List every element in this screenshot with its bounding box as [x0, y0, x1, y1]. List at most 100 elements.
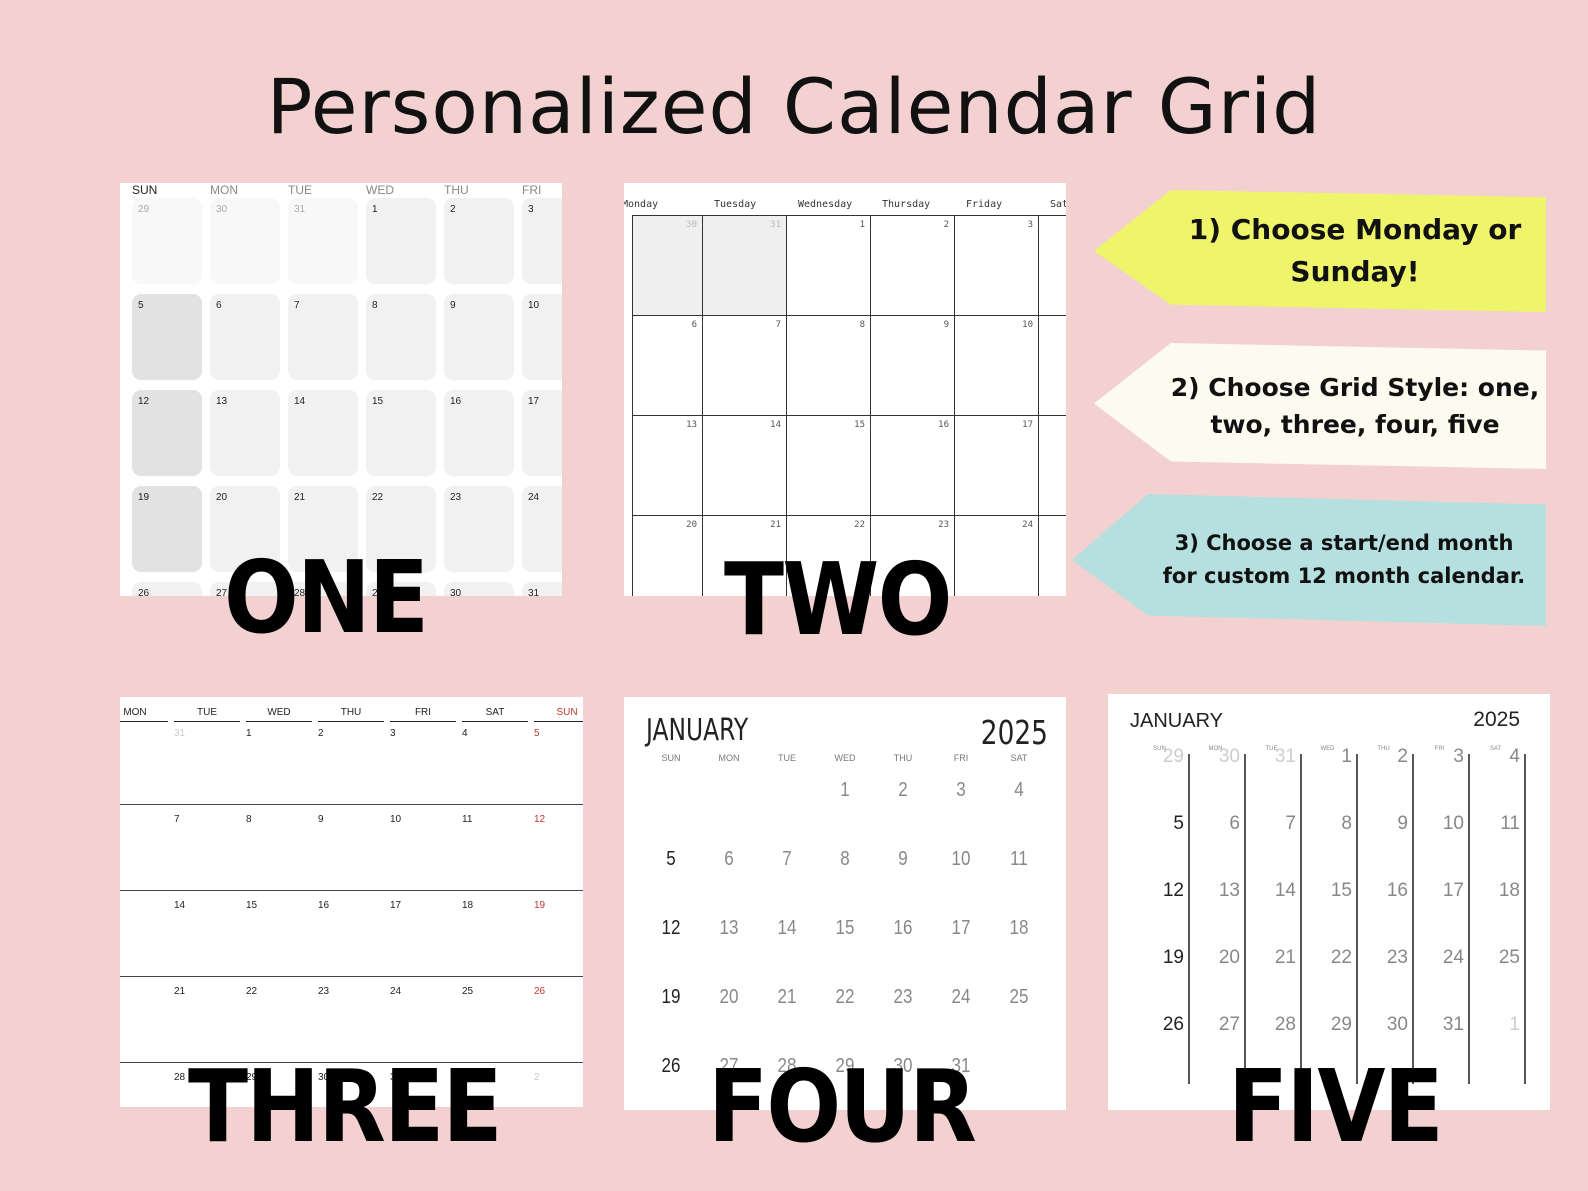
- day-number: 3: [390, 728, 396, 739]
- day-number: 15: [246, 900, 258, 911]
- day-number: 22: [835, 986, 855, 1008]
- day-number: 15: [1330, 880, 1352, 901]
- day-cell: 12: [132, 390, 202, 476]
- day-number: 9: [1397, 813, 1408, 834]
- day-number: 24: [1442, 947, 1464, 968]
- weekday-header: TUE: [778, 753, 796, 763]
- row-divider: [120, 890, 583, 891]
- day-number: 1: [1509, 1014, 1520, 1035]
- day-number: 8: [1341, 813, 1352, 834]
- day-number: 7: [1285, 813, 1296, 834]
- day-number: 16: [318, 900, 330, 911]
- day-number: 24: [528, 492, 540, 503]
- day-number: 30: [216, 204, 228, 215]
- weekday-header: MON: [718, 753, 740, 763]
- day-number: 31: [1274, 746, 1296, 767]
- day-cell: 9: [870, 315, 954, 415]
- day-cell: [1038, 315, 1066, 415]
- day-number: 8: [372, 300, 378, 311]
- day-cell: 7: [288, 294, 358, 380]
- day-number: 22: [1330, 947, 1352, 968]
- day-number: 18: [1498, 880, 1520, 901]
- day-number: 27: [1218, 1014, 1240, 1035]
- step-three-line1: 3) Choose a start/end month: [1174, 531, 1514, 556]
- day-number: 14: [174, 900, 186, 911]
- day-number: 9: [450, 300, 456, 311]
- day-number: 15: [854, 420, 865, 430]
- day-number: 11: [1500, 813, 1520, 834]
- day-cell: 5: [132, 294, 202, 380]
- day-number: 24: [390, 986, 402, 997]
- weekday-header: Tuesday: [714, 199, 757, 210]
- day-number: 23: [1386, 947, 1408, 968]
- day-number: 7: [782, 848, 792, 870]
- day-number: 8: [840, 848, 850, 870]
- day-number: 11: [1010, 848, 1028, 870]
- day-cell: 10: [954, 315, 1038, 415]
- row-divider: [120, 804, 583, 805]
- day-number: 18: [1009, 917, 1029, 939]
- day-number: 23: [318, 986, 330, 997]
- day-number: 13: [216, 396, 228, 407]
- column-divider: [1524, 754, 1526, 1084]
- day-cell: 9: [444, 294, 514, 380]
- day-number: 4: [462, 728, 468, 739]
- day-number: 4: [1014, 779, 1024, 801]
- day-number: 23: [938, 520, 949, 530]
- weekday-header: TUE: [174, 707, 240, 722]
- day-number: 14: [770, 420, 781, 430]
- day-number: 25: [462, 986, 474, 997]
- day-cell: 29: [132, 198, 202, 284]
- day-number: 17: [1022, 420, 1033, 430]
- weekday-header: SUN: [661, 753, 681, 763]
- day-cell: 13: [632, 415, 702, 515]
- weekday-header: THU: [318, 707, 384, 722]
- day-cell: 16: [870, 415, 954, 515]
- day-number: 10: [1442, 813, 1464, 834]
- day-number: 26: [1162, 1014, 1184, 1035]
- day-number: 9: [318, 814, 324, 825]
- day-number: 29: [1162, 746, 1184, 767]
- day-number: 1: [1341, 746, 1352, 767]
- day-cell: 31: [288, 198, 358, 284]
- step-two-line2: two, three, four, five: [1210, 410, 1500, 439]
- weekday-header: FRI: [390, 707, 456, 722]
- day-number: 7: [174, 814, 180, 825]
- day-number: 6: [691, 320, 697, 330]
- label-four: FOUR: [708, 1048, 977, 1165]
- day-number: 24: [1022, 520, 1033, 530]
- day-number: 31: [770, 220, 781, 230]
- day-cell: 20: [632, 515, 702, 596]
- day-cell: 14: [702, 415, 786, 515]
- day-number: 12: [1162, 880, 1184, 901]
- day-number: 22: [372, 492, 384, 503]
- day-number: 26: [138, 588, 150, 596]
- day-cell: [1038, 515, 1066, 596]
- day-number: 17: [1442, 880, 1464, 901]
- day-number: 12: [661, 917, 681, 939]
- day-number: 15: [835, 917, 855, 939]
- day-number: 13: [686, 420, 697, 430]
- day-number: 19: [534, 900, 546, 911]
- day-number: 30: [1218, 746, 1240, 767]
- weekday-header: SAT: [1010, 753, 1028, 763]
- day-number: 26: [661, 1055, 681, 1077]
- day-number: 23: [893, 986, 913, 1008]
- day-cell: 7: [702, 315, 786, 415]
- day-cell: 2: [870, 215, 954, 315]
- day-number: 2: [898, 779, 908, 801]
- day-number: 10: [951, 848, 971, 870]
- day-number: 21: [1274, 947, 1296, 968]
- day-number: 5: [534, 728, 540, 739]
- day-number: 30: [1386, 1014, 1408, 1035]
- day-number: 17: [390, 900, 402, 911]
- day-number: 23: [450, 492, 462, 503]
- day-cell: 1: [786, 215, 870, 315]
- day-cell: 1: [366, 198, 436, 284]
- day-number: 5: [1173, 813, 1184, 834]
- day-number: 3: [1453, 746, 1464, 767]
- day-number: 5: [138, 300, 144, 311]
- weekday-header: MON: [120, 707, 168, 722]
- day-number: 17: [528, 396, 540, 407]
- day-cell: 23: [444, 486, 514, 572]
